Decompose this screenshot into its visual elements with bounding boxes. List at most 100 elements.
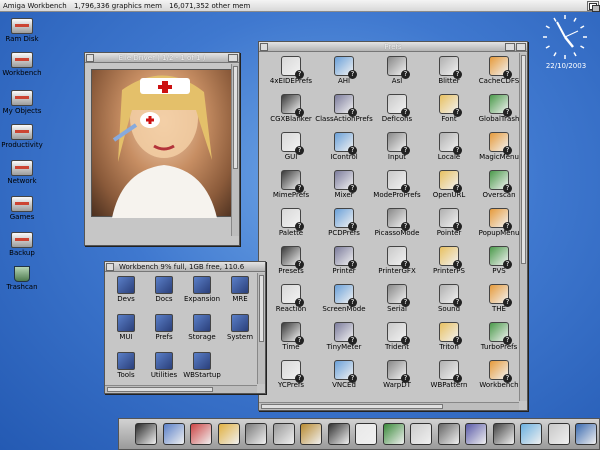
dock-printer-icon[interactable] [272, 423, 295, 445]
workbench-icon-wbstartup[interactable]: WBStartup [183, 352, 221, 379]
desktop-icon-games[interactable]: Games [0, 196, 44, 221]
desktop-icon-ram-disk[interactable]: Ram Disk [0, 18, 44, 43]
clock-icon [543, 15, 587, 59]
dock-gear-icon[interactable] [437, 423, 460, 445]
desktop-icon-label: Workbench [2, 69, 42, 77]
dock-penguin-icon[interactable] [327, 423, 350, 445]
prefs-icon-mixer[interactable]: Mixer [314, 170, 374, 199]
dock-settings-icon[interactable] [547, 423, 570, 445]
prefs-icon-ahi[interactable]: AHI [314, 56, 374, 85]
printerps-icon [439, 246, 462, 269]
prefs-icon-time[interactable]: Time [261, 322, 321, 351]
ahi-icon [334, 56, 357, 79]
workbench-icon-tools[interactable]: Tools [107, 352, 145, 379]
picture-viewer-titlebar[interactable]: Elle Driver ( 1/2 - 1 of 1 ) [85, 53, 239, 63]
prefs-icon-picassomode[interactable]: PicassoMode [367, 208, 427, 237]
workbench-icon-system[interactable]: System [221, 314, 259, 341]
prefs-icon-presets[interactable]: Presets [261, 246, 321, 275]
workbench-icon-mre[interactable]: MRE [221, 276, 259, 303]
prefs-icon-screenmode[interactable]: ScreenMode [314, 284, 374, 313]
prefs-icon-gui[interactable]: GUI [261, 132, 321, 161]
prefs-icon-vnced[interactable]: VNCEd [314, 360, 374, 389]
overscan-icon [489, 170, 512, 193]
prefs-drawer-window[interactable]: Prefs 4xEIDEPrefsAHIAslBlitterCacheCDFSC… [258, 41, 528, 411]
workbench-icon-devs[interactable]: Devs [107, 276, 145, 303]
trident-icon [387, 322, 410, 345]
prefs-icon-mimeprefs[interactable]: MimePrefs [261, 170, 321, 199]
picture-viewer-window[interactable]: Elle Driver ( 1/2 - 1 of 1 ) [84, 52, 240, 246]
prefs-icon-palette[interactable]: Palette [261, 208, 321, 237]
prefs-icon-serial[interactable]: Serial [367, 284, 427, 313]
dock-book-icon[interactable] [382, 423, 405, 445]
dock-drive-icon[interactable] [465, 423, 487, 445]
desktop-icon-productivity[interactable]: Productivity [0, 124, 44, 149]
dock-globe-icon[interactable] [190, 423, 212, 445]
screen-depth-gadget[interactable] [587, 1, 600, 12]
dock-folder-icon[interactable] [217, 423, 240, 445]
prefs-icon-label: AHI [337, 77, 351, 85]
prefs-icon-printer[interactable]: Printer [314, 246, 374, 275]
prefs-icon-reaction[interactable]: Reaction [261, 284, 321, 313]
workbench-icon-mui[interactable]: MUI [107, 314, 145, 341]
workbench-scrollbar-horizontal[interactable] [105, 385, 257, 393]
triton-icon [439, 322, 462, 345]
prefs-icon-cgxblanker[interactable]: CGXBlanker [261, 94, 321, 123]
blitter-icon [439, 56, 462, 79]
mimeprefs-icon [281, 170, 304, 193]
drawer-icon [117, 314, 135, 332]
screen-title-bar[interactable]: Amiga Workbench 1,796,336 graphics mem 1… [0, 0, 600, 12]
prefs-icon-label: ModeProPrefs [373, 191, 421, 199]
prefs-icon-label: TurboPrefs [480, 343, 518, 351]
dock-cube-icon[interactable] [575, 423, 597, 445]
prefs-scrollbar-vertical[interactable] [519, 53, 527, 401]
dock-calculator-icon[interactable] [410, 423, 432, 445]
picture-viewer-title: Elle Driver ( 1/2 - 1 of 1 ) [118, 54, 206, 62]
ycprefs-icon [281, 360, 304, 383]
workbench-icon-docs[interactable]: Docs [145, 276, 183, 303]
workbench-titlebar[interactable]: Workbench 9% full, 1GB free, 110.6 [105, 262, 265, 272]
dock-disk-icon[interactable] [300, 423, 322, 445]
desktop-icon-backup[interactable]: Backup [0, 232, 44, 257]
desktop-icon-workbench[interactable]: Workbench [0, 52, 44, 77]
workbench-drawer-window[interactable]: Workbench 9% full, 1GB free, 110.6 Devs D… [104, 261, 266, 394]
dock-magnifier-icon[interactable] [355, 423, 377, 445]
depth-gadget[interactable] [516, 43, 526, 51]
prefs-icon-asl[interactable]: Asl [367, 56, 427, 85]
prefs-scrollbar-horizontal[interactable] [259, 402, 519, 410]
dock-screen-icon[interactable] [135, 423, 157, 445]
prefs-icon-modeproprefs[interactable]: ModeProPrefs [367, 170, 427, 199]
dock-tv-icon[interactable] [492, 423, 515, 445]
workbench-icon-expansion[interactable]: Expansion [183, 276, 221, 303]
workbench-icon-storage[interactable]: Storage [183, 314, 221, 341]
depth-gadget[interactable] [228, 54, 238, 62]
screenmode-icon [334, 284, 357, 307]
prefs-icon-tinymeter[interactable]: TinyMeter [314, 322, 374, 351]
dock-tools-icon[interactable] [245, 423, 267, 445]
prefs-icon-4xeideprefs[interactable]: 4xEIDEPrefs [261, 56, 321, 85]
desktop-icon-label: Productivity [1, 141, 43, 149]
prefs-icon-input[interactable]: Input [367, 132, 427, 161]
prefs-icon-classactionprefs[interactable]: ClassActionPrefs [314, 94, 374, 123]
close-gadget[interactable] [86, 54, 94, 62]
desktop-icon-trashcan[interactable]: Trashcan [0, 266, 44, 291]
zoom-gadget[interactable] [505, 43, 515, 51]
desktop-icon-network[interactable]: Network [0, 160, 44, 185]
close-gadget[interactable] [260, 43, 268, 51]
popupmenu-icon [489, 208, 512, 231]
prefs-icon-pcdprefs[interactable]: PCDPrefs [314, 208, 374, 237]
close-gadget[interactable] [106, 263, 114, 271]
prefs-icon-trident[interactable]: Trident [367, 322, 427, 351]
desktop-icon-my-objects[interactable]: My Objects [0, 90, 44, 115]
prefs-titlebar[interactable]: Prefs [259, 42, 527, 52]
workbench-scrollbar-vertical[interactable] [257, 273, 265, 384]
prefs-icon-warpdt[interactable]: WarpDT [367, 360, 427, 389]
picture-scrollbar-vertical[interactable] [231, 64, 239, 236]
workbench-icon-utilities[interactable]: Utilities [145, 352, 183, 379]
prefs-icon-deficons[interactable]: DefIcons [367, 94, 427, 123]
dock-computer-icon[interactable] [162, 423, 185, 445]
prefs-icon-icontrol[interactable]: IControl [314, 132, 374, 161]
prefs-icon-printergfx[interactable]: PrinterGFX [367, 246, 427, 275]
workbench-icon-prefs[interactable]: Prefs [145, 314, 183, 341]
prefs-icon-ycprefs[interactable]: YCPrefs [261, 360, 321, 389]
dock-browser-icon[interactable] [520, 423, 542, 445]
